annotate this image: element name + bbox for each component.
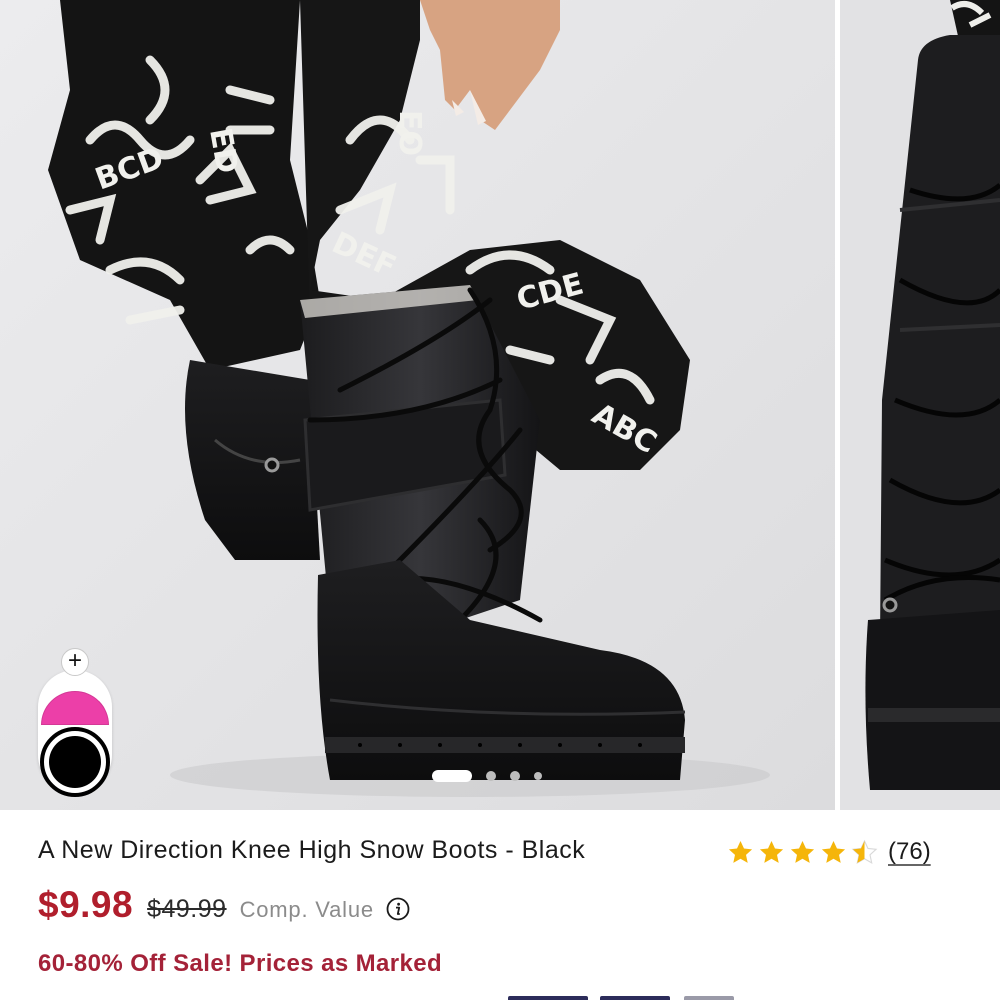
comp-value-label: Comp. Value [239, 897, 374, 922]
color-swatch-stack: + [38, 645, 112, 797]
product-image-gallery[interactable]: BCD DEF CDE ED EO ABC + [0, 0, 1000, 810]
carousel-dot-3[interactable] [510, 771, 520, 781]
sale-price: $9.98 [38, 884, 134, 925]
svg-text:EO: EO [392, 110, 427, 156]
review-count-link[interactable]: (76) [888, 838, 931, 866]
star-full-icon [728, 840, 753, 863]
product-image-next[interactable] [840, 0, 1000, 810]
star-half-icon [851, 839, 878, 864]
info-icon[interactable] [386, 897, 410, 921]
carousel-dot-2[interactable] [486, 771, 496, 781]
next-section-peek [508, 996, 738, 1000]
product-image-main[interactable]: BCD DEF CDE ED EO ABC + [0, 0, 835, 810]
sale-promo-text: 60-80% Off Sale! Prices as Marked [38, 950, 443, 977]
boot-side-view-photo [840, 0, 1000, 810]
snow-boot-photo: BCD DEF CDE ED EO ABC [0, 0, 835, 810]
price-row: $9.98 $49.99 Comp. Value [38, 884, 410, 932]
rating-stars [727, 839, 878, 866]
rating-summary[interactable]: (76) [727, 836, 931, 868]
star-full-icon [759, 840, 784, 863]
color-swatch-black[interactable] [40, 727, 110, 797]
product-title: A New Direction Knee High Snow Boots - B… [38, 836, 586, 864]
carousel-dot-4[interactable] [534, 772, 542, 780]
original-price: $49.99 [147, 895, 227, 923]
carousel-dots [432, 770, 542, 782]
star-full-icon [821, 840, 846, 863]
carousel-dot-1[interactable] [432, 770, 472, 782]
star-full-icon [790, 840, 815, 863]
plus-icon[interactable]: + [61, 648, 89, 676]
